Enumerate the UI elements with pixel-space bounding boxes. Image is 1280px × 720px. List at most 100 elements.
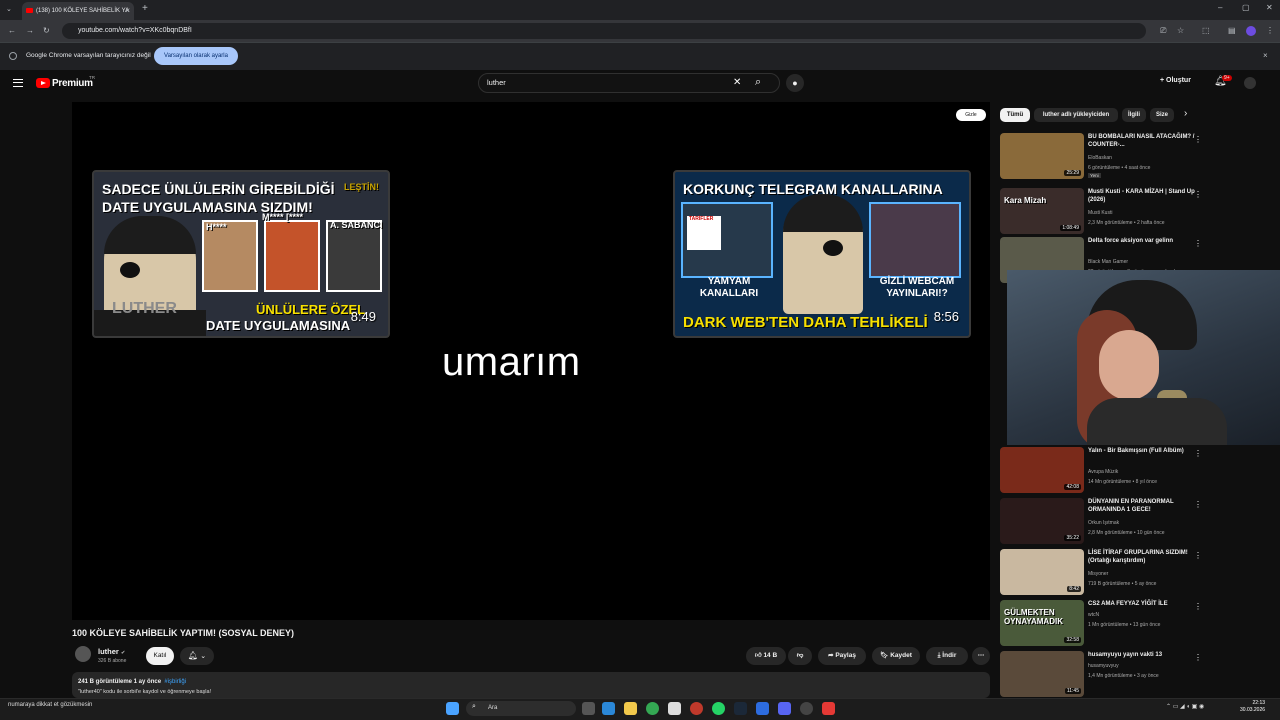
side-panel-icon[interactable]: ▤ xyxy=(1228,26,1236,35)
task-view-icon[interactable] xyxy=(582,702,595,715)
minimize-button[interactable]: – xyxy=(1218,3,1222,12)
chrome-taskbar-icon[interactable] xyxy=(646,702,659,715)
recommendation-title[interactable]: Yalın - Bir Bakmışsın (Full Albüm) xyxy=(1088,447,1196,455)
profile-avatar[interactable] xyxy=(1246,26,1256,36)
chip-all[interactable]: Tümü xyxy=(1000,108,1030,122)
recommendation-thumbnail[interactable]: 42:08 xyxy=(1000,447,1084,493)
create-button[interactable]: + Oluştur xyxy=(1160,77,1191,84)
reload-icon[interactable]: ↻ xyxy=(43,26,50,35)
steam-icon[interactable] xyxy=(734,702,747,715)
endscreen-video-card-2[interactable]: KORKUNÇ TELEGRAM KANALLARINA SIZDIM! TAR… xyxy=(673,170,971,338)
browser-tab-active[interactable]: (138) 100 KÖLEYE SAHİBELİK YA × xyxy=(22,2,134,20)
hashtag-link[interactable]: #işbirliği xyxy=(164,679,186,685)
tab-list-icon[interactable]: ⌄ xyxy=(6,5,12,13)
share-button[interactable]: ➦ Paylaş xyxy=(818,647,866,665)
recommendation-item[interactable]: 11:45 husamyuyu yayın vakti 13 husamyuvyuy… xyxy=(1000,651,1205,699)
recommendation-channel[interactable]: Orkun Işıtmak xyxy=(1088,520,1119,526)
recommendation-title[interactable]: DÜNYANIN EN PARANORMAL ORMANINDA 1 GECE! xyxy=(1088,498,1196,514)
url-bar[interactable]: youtube.com/watch?v=XKc0bqnDBfI xyxy=(62,23,1146,39)
premium-brand[interactable]: Premium xyxy=(52,78,93,89)
tab-close-icon[interactable]: × xyxy=(125,2,130,20)
recommendation-channel[interactable]: Musti Kusti xyxy=(1088,210,1112,216)
obs-icon[interactable] xyxy=(800,702,813,715)
recommendation-channel[interactable]: wtcN xyxy=(1088,612,1099,618)
download-button[interactable]: ⤓ İndir xyxy=(926,647,968,665)
maximize-button[interactable]: ▢ xyxy=(1242,3,1250,12)
windows-start-icon[interactable] xyxy=(446,702,459,715)
new-tab-button[interactable]: + xyxy=(142,3,148,14)
more-options-icon[interactable]: ⋮ xyxy=(1194,135,1202,144)
chip-from-uploader[interactable]: luther adlı yükleyiciden xyxy=(1034,108,1118,122)
file-explorer-icon[interactable] xyxy=(624,702,637,715)
more-options-icon[interactable]: ⋮ xyxy=(1194,551,1202,560)
taskbar-search[interactable]: Ara xyxy=(466,701,576,716)
recommendation-thumbnail[interactable]: 35:22 xyxy=(1000,498,1084,544)
back-icon[interactable]: ← xyxy=(8,26,16,35)
recommendation-channel[interactable]: husamyuvyuy xyxy=(1088,663,1119,669)
system-tray-icons[interactable]: ⌃ ▭ ◢ ◖ ▣ ◉ xyxy=(1166,703,1204,710)
recommendation-item[interactable]: 25:29 BU BOMBALARI NASIL ATACAĞIM? / COUN… xyxy=(1000,133,1205,181)
media-app-icon[interactable] xyxy=(690,702,703,715)
widgets-icon[interactable] xyxy=(602,702,615,715)
forward-icon[interactable]: → xyxy=(26,26,34,35)
account-avatar[interactable] xyxy=(1244,77,1256,89)
recommendation-title[interactable]: LİSE İTİRAF GRUPLARINA SIZDIM! (Ortalığı… xyxy=(1088,549,1196,565)
recommendation-channel[interactable]: Misyoner xyxy=(1088,571,1108,577)
more-actions-button[interactable]: ⋯ xyxy=(972,647,990,665)
channel-avatar[interactable] xyxy=(75,646,91,662)
chrome-menu-icon[interactable]: ⋮ xyxy=(1266,26,1274,35)
recommendation-title[interactable]: Musti Kusti - KARA MİZAH | Stand Up (202… xyxy=(1088,188,1196,204)
chips-next-icon[interactable]: › xyxy=(1184,108,1187,119)
more-options-icon[interactable]: ⋮ xyxy=(1194,190,1202,199)
recording-app-icon[interactable] xyxy=(822,702,835,715)
install-app-icon[interactable]: ⎚ xyxy=(1160,26,1166,36)
voice-search-icon[interactable]: ● xyxy=(786,74,804,92)
hamburger-menu-icon[interactable] xyxy=(13,79,23,87)
recommendation-thumbnail[interactable]: GÜLMEKTEN OYNAYAMADIK 32:58 xyxy=(1000,600,1084,646)
chip-for-you[interactable]: Size xyxy=(1150,108,1174,122)
search-icon[interactable]: ⌕ xyxy=(755,76,761,89)
recommendation-item[interactable]: 8:42 LİSE İTİRAF GRUPLARINA SIZDIM! (Orta… xyxy=(1000,549,1205,597)
youtube-logo-icon[interactable] xyxy=(36,78,50,88)
recommendation-thumbnail[interactable]: 8:42 xyxy=(1000,549,1084,595)
join-button[interactable]: Katıl xyxy=(146,647,174,665)
recommendation-channel[interactable]: Black Man Gamer xyxy=(1088,259,1128,265)
extensions-icon[interactable]: ⬚ xyxy=(1202,26,1210,35)
recommendation-item[interactable]: 35:22 DÜNYANIN EN PARANORMAL ORMANINDA 1 … xyxy=(1000,498,1205,546)
chip-related[interactable]: İlgili xyxy=(1122,108,1146,122)
clear-search-icon[interactable]: ✕ xyxy=(733,77,741,88)
set-default-button[interactable]: Varsayılan olarak ayarla xyxy=(154,47,238,65)
calendar-app-icon[interactable] xyxy=(668,702,681,715)
recommendation-thumbnail[interactable]: Kara Mizah 1:08:49 xyxy=(1000,188,1084,234)
more-options-icon[interactable]: ⋮ xyxy=(1194,449,1202,458)
channel-name[interactable]: luther ✔ xyxy=(98,647,125,656)
more-options-icon[interactable]: ⋮ xyxy=(1194,653,1202,662)
hide-cards-button[interactable]: Gizle xyxy=(956,109,986,121)
recommendation-item[interactable]: 42:08 Yalın - Bir Bakmışsın (Full Albüm) A… xyxy=(1000,447,1205,495)
recommendation-title[interactable]: Delta force aksiyon var gelinn xyxy=(1088,237,1196,245)
infobar-close-icon[interactable]: × xyxy=(1263,51,1268,60)
recommendation-item[interactable]: Kara Mizah 1:08:49 Musti Kusti - KARA MİZA… xyxy=(1000,188,1205,236)
recommendation-thumbnail[interactable]: 25:29 xyxy=(1000,133,1084,179)
recommendation-item[interactable]: GÜLMEKTEN OYNAYAMADIK 32:58 CS2 AMA FEYYAZ… xyxy=(1000,600,1205,648)
bookmark-star-icon[interactable]: ☆ xyxy=(1177,26,1184,35)
subscription-bell-button[interactable]: 🔔︎ ⌄ xyxy=(180,647,214,665)
recommendation-thumbnail[interactable]: 11:45 xyxy=(1000,651,1084,697)
recommendation-channel[interactable]: EloBaskan xyxy=(1088,155,1112,161)
endscreen-video-card-1[interactable]: LUTHER H**** M**** [**** A. SABANCI SADE… xyxy=(92,170,390,338)
more-options-icon[interactable]: ⋮ xyxy=(1194,602,1202,611)
whatsapp-icon[interactable] xyxy=(712,702,725,715)
recommendation-title[interactable]: BU BOMBALARI NASIL ATACAĞIM? / COUNTER-.… xyxy=(1088,133,1196,149)
recommendation-channel[interactable]: Avrupa Müzik xyxy=(1088,469,1118,475)
dislike-button[interactable]: 👎︎ xyxy=(788,647,812,665)
save-button[interactable]: 🔖︎ Kaydet xyxy=(872,647,920,665)
more-options-icon[interactable]: ⋮ xyxy=(1194,500,1202,509)
recommendation-title[interactable]: husamyuyu yayın vakti 13 xyxy=(1088,651,1196,659)
system-clock[interactable]: 22:13 30.03.2026 xyxy=(1240,700,1265,714)
window-close-button[interactable]: ✕ xyxy=(1266,3,1273,12)
recommendation-title[interactable]: CS2 AMA FEYYAZ YİĞİT İLE xyxy=(1088,600,1196,608)
more-options-icon[interactable]: ⋮ xyxy=(1194,239,1202,248)
like-button[interactable]: 👍︎ 14 B xyxy=(746,647,786,665)
discord-icon[interactable] xyxy=(778,702,791,715)
app-icon-blue[interactable] xyxy=(756,702,769,715)
